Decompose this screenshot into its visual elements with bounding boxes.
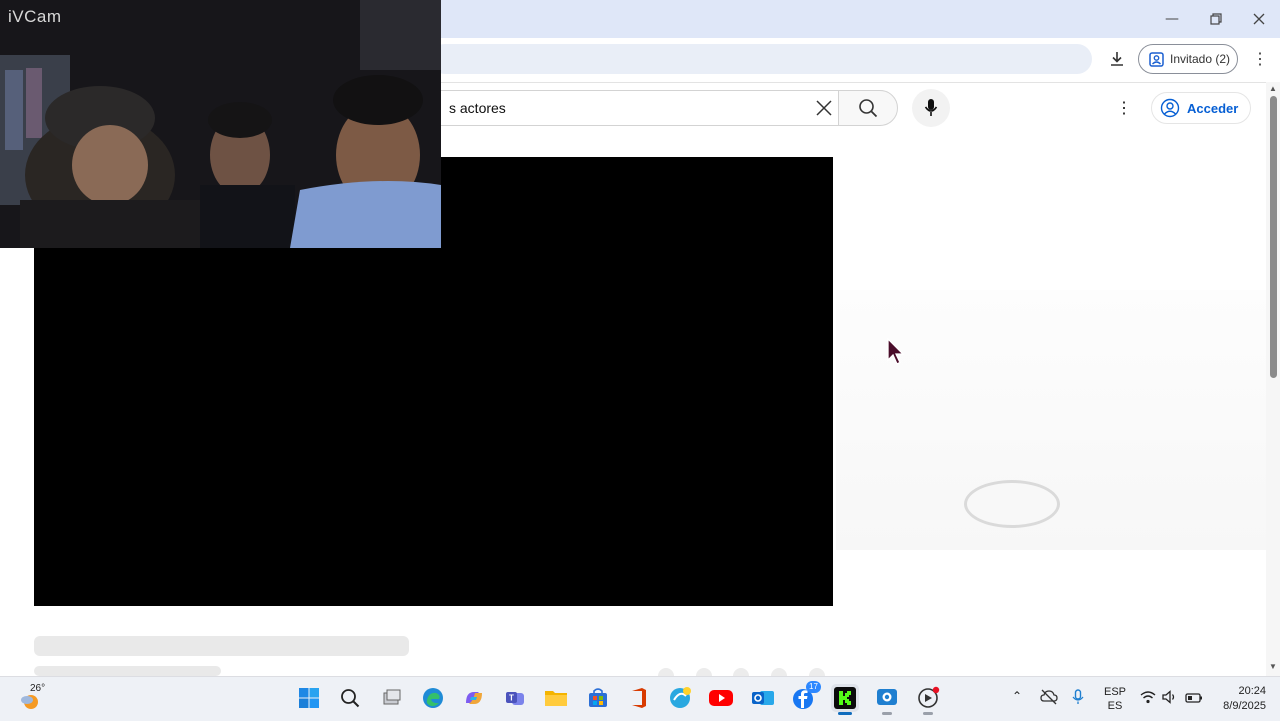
file-explorer-button[interactable]	[542, 684, 570, 712]
language-indicator[interactable]: ESP ES	[1104, 685, 1126, 713]
youtube-icon	[709, 690, 733, 706]
browser-globe-icon	[670, 687, 691, 708]
downloads-button[interactable]	[1104, 46, 1130, 72]
profile-icon	[1149, 51, 1164, 67]
office-icon	[632, 688, 646, 708]
onedrive-button[interactable]	[1040, 689, 1058, 710]
webcam-overlay: iVCam	[0, 0, 441, 248]
chevron-up-icon: ⌃	[1012, 689, 1023, 703]
media-player-icon	[918, 686, 940, 708]
edge-icon	[423, 688, 443, 708]
search-icon	[341, 689, 360, 708]
profile-label: Invitado (2)	[1170, 52, 1231, 66]
skeleton-dot	[658, 668, 674, 676]
youtube-app-button[interactable]	[707, 684, 735, 712]
task-view-icon	[383, 689, 401, 705]
network-button[interactable]	[1140, 690, 1156, 709]
start-button[interactable]	[295, 684, 323, 712]
svg-text:T: T	[509, 694, 514, 703]
account-circle-icon	[1160, 98, 1180, 118]
weather-temp: 26°	[30, 683, 46, 694]
volume-button[interactable]	[1162, 690, 1178, 709]
office-button[interactable]	[625, 684, 653, 712]
minimize-button[interactable]: —	[1150, 0, 1194, 38]
webcam-feed	[0, 0, 441, 248]
skeleton-dot	[809, 668, 825, 676]
settings-menu-button[interactable]: ⋮	[1114, 94, 1134, 122]
subtitle-skeleton	[34, 666, 221, 676]
store-button[interactable]	[584, 684, 612, 712]
camera-app-button[interactable]	[873, 684, 901, 712]
teams-button[interactable]: T	[501, 684, 529, 712]
webcam-watermark: iVCam	[8, 7, 62, 26]
wifi-icon	[1140, 691, 1156, 704]
minimize-icon: —	[1165, 11, 1179, 27]
clear-search-button[interactable]	[810, 94, 838, 122]
search-input[interactable]: s actores	[420, 90, 838, 126]
cloud-offline-icon	[1040, 689, 1058, 705]
voice-search-button[interactable]	[912, 89, 950, 127]
microphone-icon	[924, 99, 938, 116]
address-bar[interactable]	[430, 44, 1092, 74]
clock-time: 20:24	[1238, 685, 1266, 697]
guest-profile-button[interactable]: Invitado (2)	[1138, 44, 1238, 74]
facebook-button[interactable]: 17	[790, 681, 821, 712]
teams-icon: T	[506, 692, 524, 705]
sign-in-button[interactable]: Acceder	[1151, 92, 1251, 124]
weather-widget[interactable]: 26°	[16, 683, 56, 713]
active-app-indicator	[838, 712, 852, 715]
skeleton-dot	[771, 668, 787, 676]
windows-start-icon	[299, 688, 319, 708]
outlook-button[interactable]	[749, 684, 777, 712]
battery-icon	[1185, 693, 1202, 703]
speaker-icon	[1162, 690, 1175, 704]
outlook-icon	[752, 691, 774, 705]
webcam-app-icon	[877, 689, 897, 705]
battery-button[interactable]	[1185, 691, 1203, 709]
close-window-button[interactable]	[1237, 0, 1280, 38]
restore-button[interactable]	[1194, 0, 1238, 38]
microphone-tray-button[interactable]	[1072, 689, 1084, 710]
sign-in-label: Acceder	[1187, 100, 1239, 116]
loading-spinner	[964, 480, 1060, 528]
scrollbar-thumb[interactable]	[1270, 96, 1277, 378]
more-vert-icon: ⋮	[1252, 51, 1268, 68]
edge-button[interactable]	[419, 684, 447, 712]
search-query-text: s actores	[449, 100, 506, 116]
folder-icon	[545, 691, 567, 706]
download-icon	[1111, 52, 1123, 66]
mouse-cursor-icon	[887, 338, 905, 365]
search-button[interactable]	[838, 90, 898, 126]
more-vert-icon: ⋮	[1116, 100, 1132, 117]
copilot-button[interactable]	[460, 684, 488, 712]
media-app-button[interactable]	[914, 684, 942, 712]
clock-date: 8/9/2025	[1223, 700, 1266, 712]
show-hidden-icons-button[interactable]: ⌃	[1012, 689, 1022, 703]
close-icon	[1253, 13, 1265, 25]
browser-menu-button[interactable]: ⋮	[1250, 46, 1270, 72]
scroll-down-icon[interactable]: ▼	[1268, 662, 1278, 671]
restore-icon	[1210, 13, 1222, 25]
language-code: ESP	[1104, 686, 1127, 698]
keyboard-layout: ES	[1107, 700, 1123, 712]
clock[interactable]: 20:24 8/9/2025	[1214, 684, 1266, 714]
kick-icon	[834, 687, 856, 709]
search-icon	[859, 99, 878, 118]
taskbar-search-button[interactable]	[336, 684, 364, 712]
microphone-icon	[1072, 689, 1084, 704]
running-app-indicator	[882, 712, 892, 715]
title-skeleton	[34, 636, 409, 656]
notification-badge: 17	[806, 681, 821, 693]
copilot-icon	[466, 692, 482, 704]
scroll-up-icon[interactable]: ▲	[1268, 84, 1278, 93]
skeleton-dot	[733, 668, 749, 676]
browser-alt-button[interactable]	[666, 684, 694, 712]
running-app-indicator	[923, 712, 933, 715]
weather-sun-cloud-icon	[21, 695, 38, 709]
skeleton-dot	[696, 668, 712, 676]
close-icon	[816, 100, 832, 116]
task-view-button[interactable]	[378, 684, 406, 712]
kick-button[interactable]	[831, 684, 859, 712]
store-icon	[589, 688, 607, 707]
